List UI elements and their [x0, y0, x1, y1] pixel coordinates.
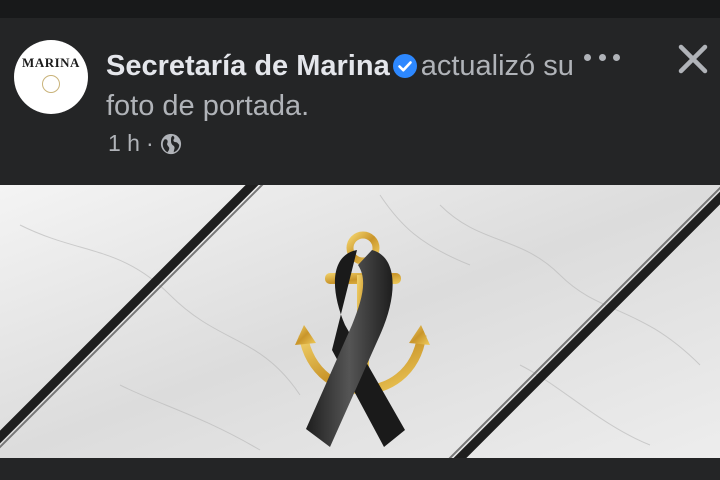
post-timestamp[interactable]: 1 h — [108, 130, 140, 157]
meta-separator: · — [145, 130, 154, 156]
more-dot-1 — [584, 53, 591, 61]
close-icon[interactable] — [674, 40, 712, 78]
page-name-link[interactable]: Secretaría de Marina — [106, 50, 390, 82]
avatar-logo-text: MARINA — [22, 55, 80, 70]
more-options-icon[interactable] — [584, 46, 620, 68]
post-headline: Secretaría de Marina actualizó su foto de… — [106, 46, 576, 126]
globe-icon[interactable] — [160, 133, 182, 155]
more-dot-3 — [613, 53, 620, 61]
bottom-bar — [0, 458, 720, 480]
cover-photo-image — [0, 185, 720, 458]
cover-photo[interactable] — [0, 185, 720, 458]
post-meta: 1 h · — [108, 130, 182, 157]
top-bar — [0, 0, 720, 18]
page-avatar[interactable]: MARINA — [14, 40, 88, 114]
more-dot-2 — [598, 53, 606, 61]
avatar-seal-icon — [42, 75, 60, 93]
verified-badge-icon — [392, 54, 417, 78]
